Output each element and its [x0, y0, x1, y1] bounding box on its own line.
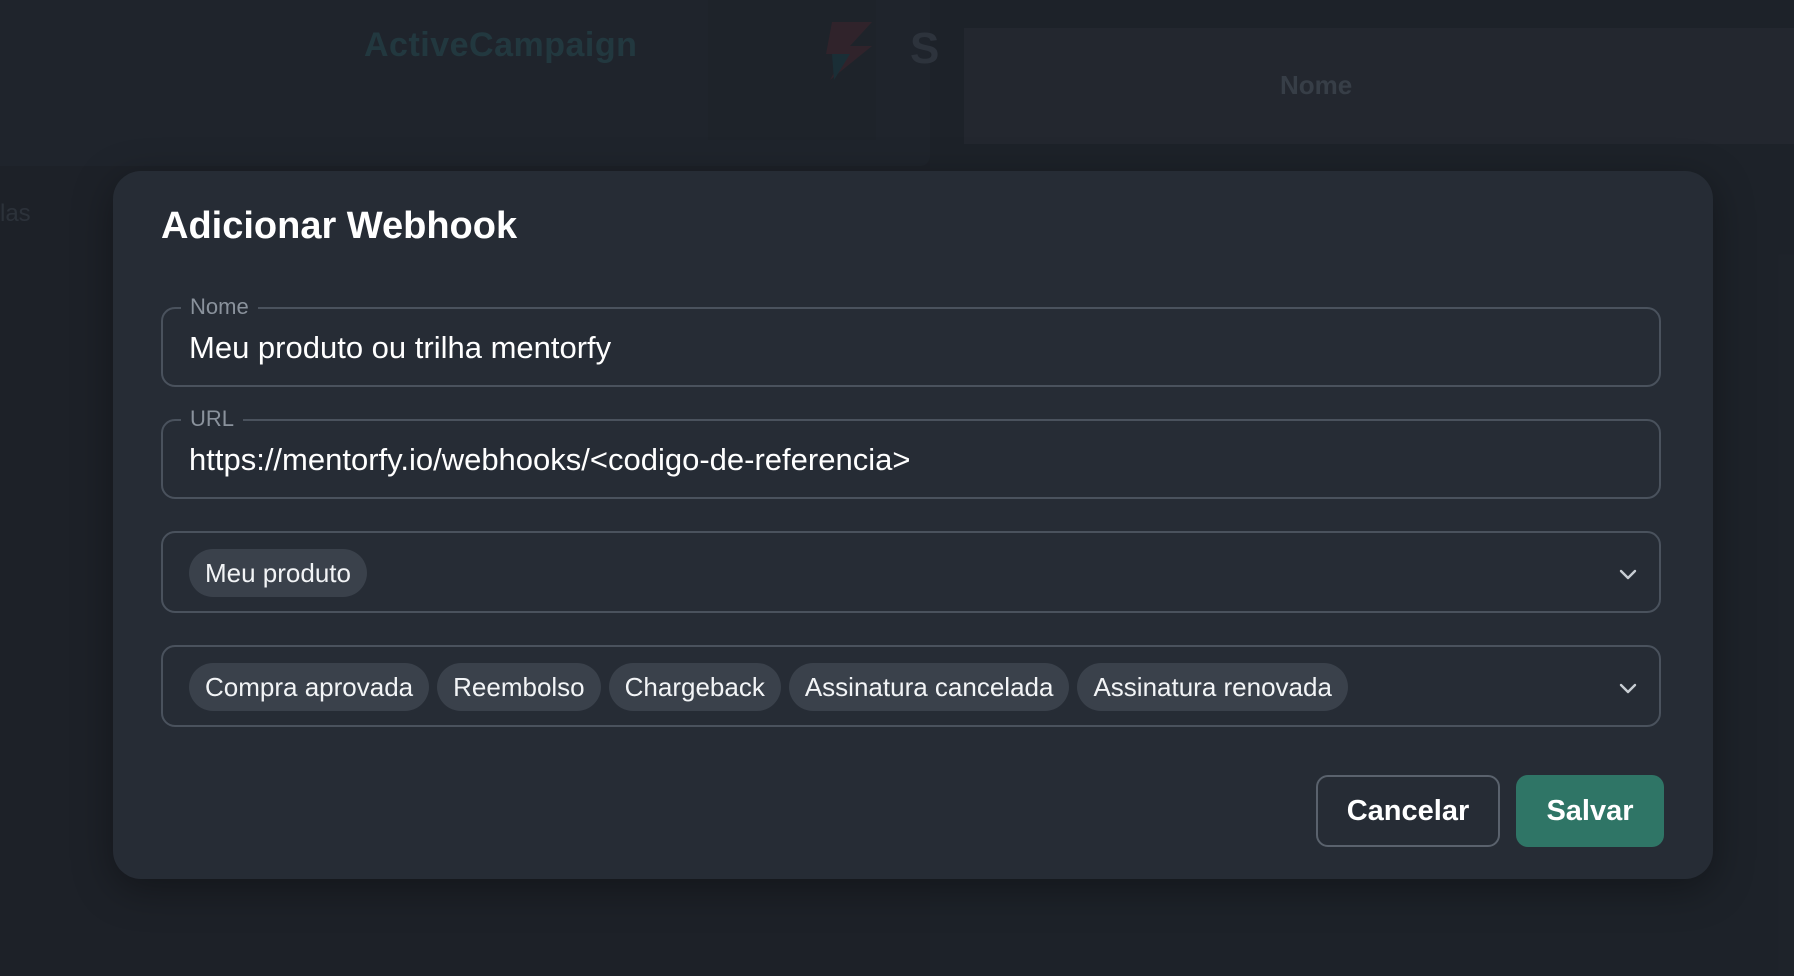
event-chip[interactable]: Reembolso [437, 663, 601, 711]
chevron-down-icon[interactable] [1617, 677, 1639, 699]
url-field[interactable]: URL [161, 405, 1661, 499]
event-chip[interactable]: Assinatura renovada [1077, 663, 1348, 711]
events-select[interactable]: Compra aprovada Reembolso Chargeback Ass… [161, 645, 1661, 727]
event-chips: Compra aprovada Reembolso Chargeback Ass… [189, 663, 1348, 711]
cancel-button[interactable]: Cancelar [1316, 775, 1500, 847]
name-field-label: Nome [181, 293, 258, 321]
chevron-down-icon[interactable] [1617, 563, 1639, 585]
event-chip[interactable]: Chargeback [608, 663, 781, 711]
add-webhook-modal: Adicionar Webhook Nome URL Meu produto C… [113, 171, 1713, 879]
save-button[interactable]: Salvar [1516, 775, 1664, 847]
product-chips: Meu produto [189, 549, 367, 597]
name-input[interactable] [189, 329, 1629, 367]
event-chip[interactable]: Compra aprovada [189, 663, 430, 711]
product-chip[interactable]: Meu produto [189, 549, 367, 597]
product-select[interactable]: Meu produto [161, 531, 1661, 613]
event-chip[interactable]: Assinatura cancelada [788, 663, 1070, 711]
screen: ActiveCampaign S Nome las Adicionar Webh… [0, 0, 1794, 976]
name-field[interactable]: Nome [161, 293, 1661, 387]
url-input[interactable] [189, 441, 1629, 479]
url-field-label: URL [181, 405, 244, 433]
modal-title: Adicionar Webhook [161, 205, 518, 247]
